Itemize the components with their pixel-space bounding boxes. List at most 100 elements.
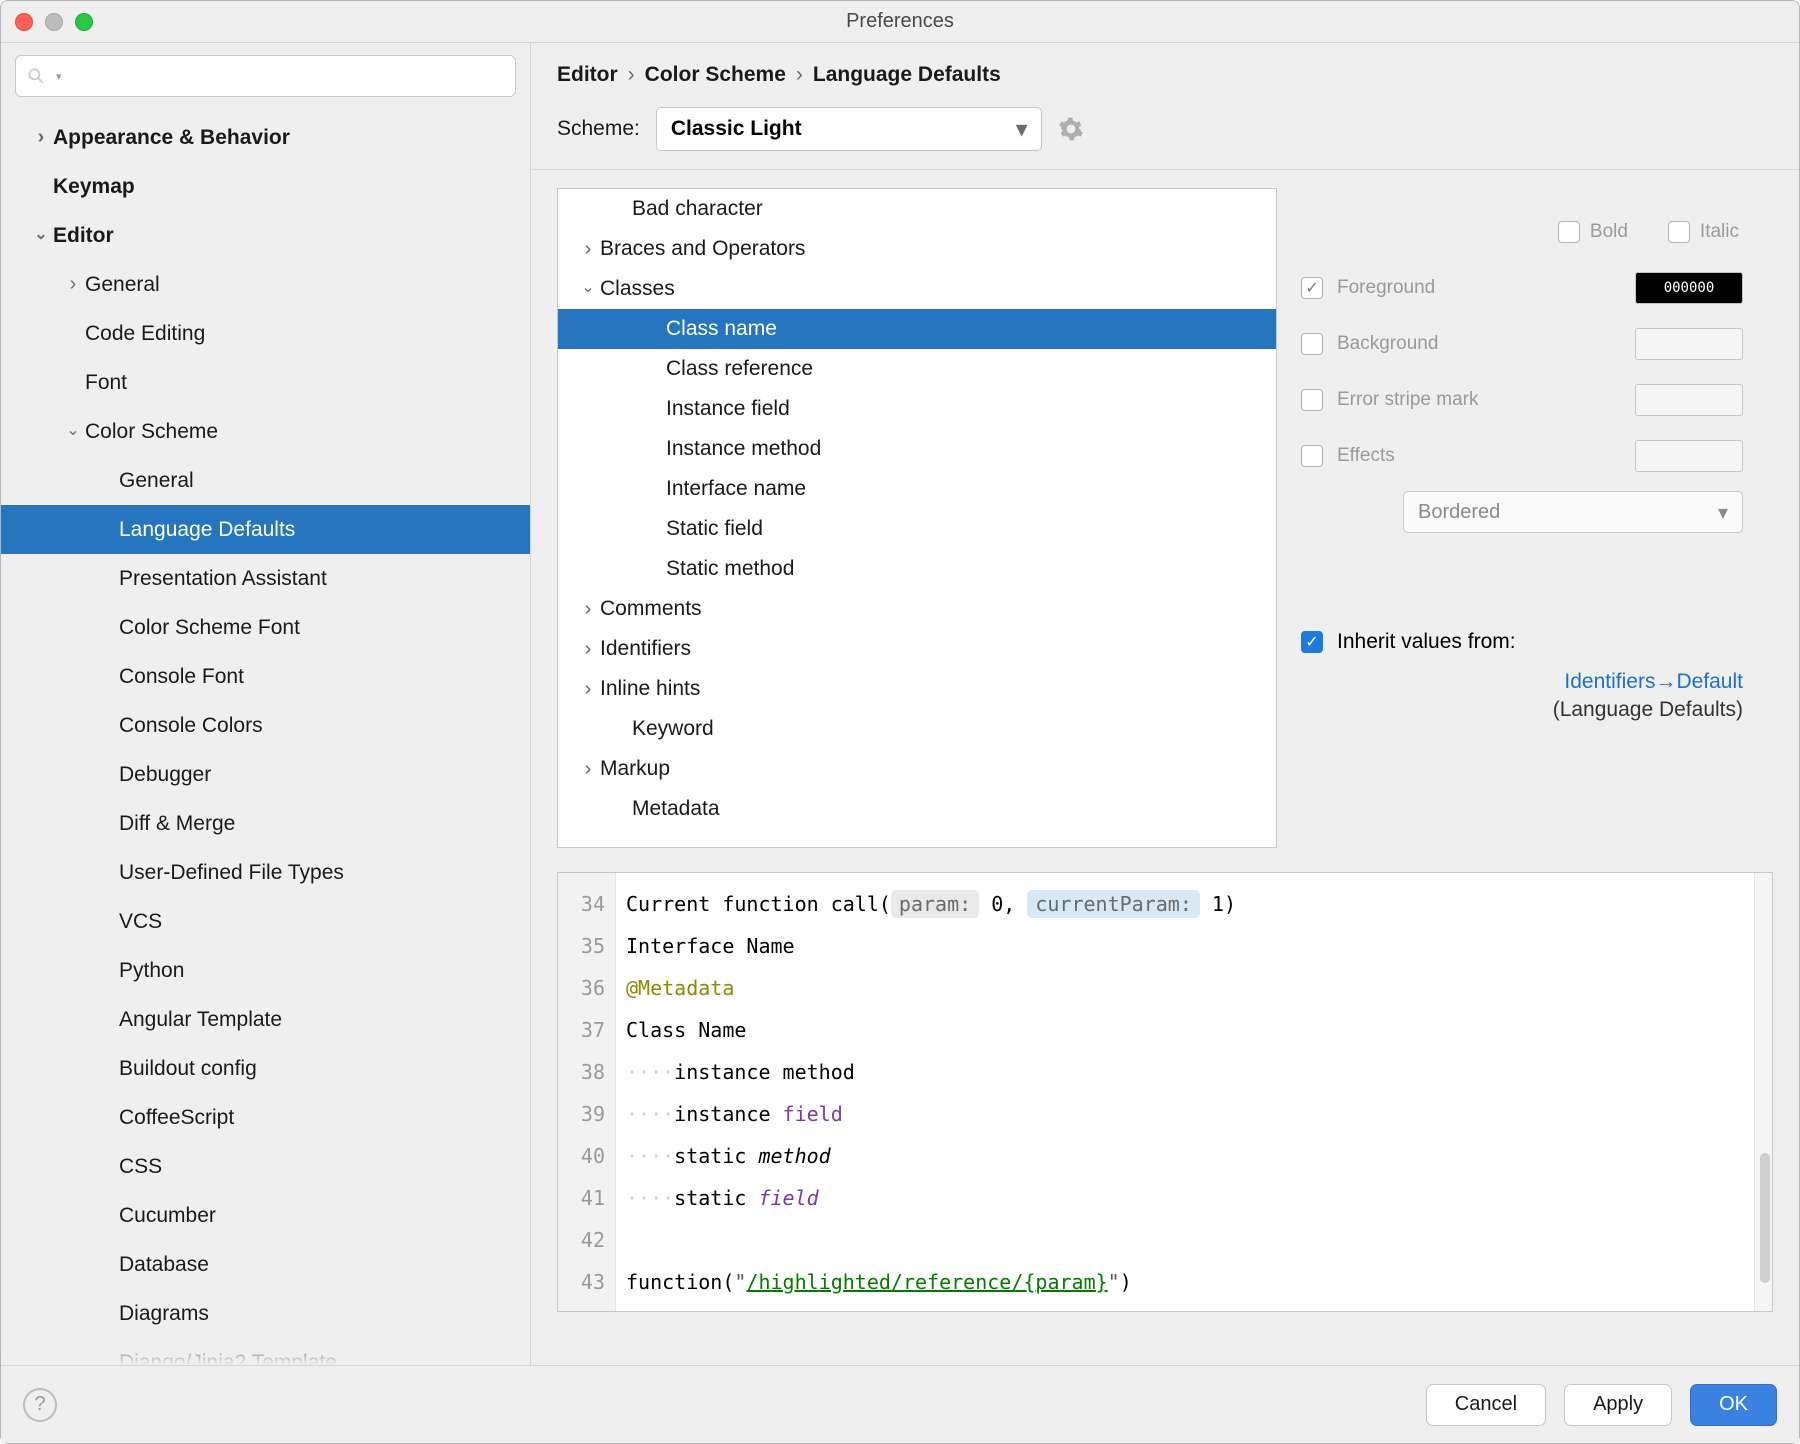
tree-item-label: Debugger xyxy=(119,763,211,787)
chevron-right-icon xyxy=(579,638,597,661)
sidebar-item[interactable]: VCS xyxy=(1,897,530,946)
tree-item-label: User-Defined File Types xyxy=(119,861,344,885)
sidebar-item[interactable]: Database xyxy=(1,1240,530,1289)
italic-checkbox[interactable]: Italic xyxy=(1668,204,1739,260)
sidebar-item[interactable]: Debugger xyxy=(1,750,530,799)
foreground-label: Foreground xyxy=(1337,277,1435,299)
sidebar-item[interactable]: Editor xyxy=(1,211,530,260)
scheme-row: Scheme: Classic Light ▾ xyxy=(531,95,1799,170)
element-item[interactable]: Instance field xyxy=(558,389,1276,429)
foreground-swatch[interactable]: 000000 xyxy=(1635,272,1743,304)
sidebar-item[interactable]: Presentation Assistant xyxy=(1,554,530,603)
inherit-link[interactable]: Identifiers→Default xyxy=(1301,670,1743,694)
gear-icon[interactable] xyxy=(1058,116,1084,142)
code-body[interactable]: Current function call(param: 0, currentP… xyxy=(616,873,1754,1311)
sidebar-tree[interactable]: Appearance & Behavior Keymap Editor General… xyxy=(1,109,530,1365)
chevron-right-icon xyxy=(64,273,82,296)
inherit-checkbox[interactable]: ✓ xyxy=(1301,631,1323,653)
tree-item-label: Language Defaults xyxy=(119,518,295,542)
scrollbar[interactable] xyxy=(1754,873,1772,1311)
apply-button[interactable]: Apply xyxy=(1564,1384,1672,1426)
chevron-down-icon: ▾ xyxy=(56,70,62,83)
footer: ? Cancel Apply OK xyxy=(1,1365,1799,1443)
sidebar-item[interactable]: Angular Template xyxy=(1,995,530,1044)
element-item[interactable]: Keyword xyxy=(558,709,1276,749)
tree-item-label: Database xyxy=(119,1253,209,1277)
effects-label: Effects xyxy=(1337,445,1395,467)
tree-item-label: Code Editing xyxy=(85,322,205,346)
sidebar-item[interactable]: CSS xyxy=(1,1142,530,1191)
sidebar-item[interactable]: Diff & Merge xyxy=(1,799,530,848)
tree-item-label: General xyxy=(85,273,160,297)
element-item[interactable]: Class name xyxy=(558,309,1276,349)
help-icon[interactable]: ? xyxy=(23,1388,57,1422)
chevron-right-icon: › xyxy=(628,63,635,87)
chevron-right-icon: › xyxy=(796,63,803,87)
sidebar-item[interactable]: General xyxy=(1,456,530,505)
titlebar: Preferences xyxy=(1,1,1799,43)
inherit-sub: (Language Defaults) xyxy=(1301,698,1743,722)
element-item[interactable]: Bad character xyxy=(558,189,1276,229)
element-item[interactable]: Braces and Operators xyxy=(558,229,1276,269)
background-swatch[interactable] xyxy=(1635,328,1743,360)
tree-item-label: Keymap xyxy=(53,175,135,199)
element-item[interactable]: Static method xyxy=(558,549,1276,589)
effects-swatch[interactable] xyxy=(1635,440,1743,472)
tree-item-label: VCS xyxy=(119,910,162,934)
sidebar-item[interactable]: Language Defaults xyxy=(1,505,530,554)
sidebar-item[interactable]: Cucumber xyxy=(1,1191,530,1240)
element-item-label: Inline hints xyxy=(600,677,700,701)
search-input[interactable]: ▾ xyxy=(15,55,516,97)
element-item[interactable]: Identifiers xyxy=(558,629,1276,669)
tree-item-label: Font xyxy=(85,371,127,395)
ok-button[interactable]: OK xyxy=(1690,1384,1777,1426)
tree-item-label: Color Scheme xyxy=(85,420,218,444)
sidebar-item[interactable]: Appearance & Behavior xyxy=(1,113,530,162)
tree-item-label: Console Colors xyxy=(119,714,263,738)
scheme-select[interactable]: Classic Light ▾ xyxy=(656,107,1042,151)
element-item[interactable]: Metadata xyxy=(558,789,1276,829)
foreground-checkbox[interactable]: ✓ xyxy=(1301,277,1323,299)
sidebar-item[interactable]: CoffeeScript xyxy=(1,1093,530,1142)
element-item[interactable]: Static field xyxy=(558,509,1276,549)
tree-item-label: Python xyxy=(119,959,184,983)
effects-checkbox[interactable] xyxy=(1301,445,1323,467)
sidebar-item[interactable]: Color Scheme Font xyxy=(1,603,530,652)
tree-item-label: CSS xyxy=(119,1155,162,1179)
sidebar-item[interactable]: Console Font xyxy=(1,652,530,701)
element-item-label: Static field xyxy=(666,517,763,541)
chevron-down-icon: ▾ xyxy=(1016,117,1027,142)
sidebar-item[interactable]: Font xyxy=(1,358,530,407)
scroll-thumb[interactable] xyxy=(1760,1153,1770,1283)
sidebar-item[interactable]: Console Colors xyxy=(1,701,530,750)
tree-item-label: Buildout config xyxy=(119,1057,257,1081)
sidebar-item[interactable]: General xyxy=(1,260,530,309)
tree-item-label: Presentation Assistant xyxy=(119,567,327,591)
element-item[interactable]: Interface name xyxy=(558,469,1276,509)
element-item[interactable]: Markup xyxy=(558,749,1276,789)
element-list[interactable]: Bad characterBraces and OperatorsClasses… xyxy=(557,188,1277,848)
error-stripe-checkbox[interactable] xyxy=(1301,389,1323,411)
element-item[interactable]: Comments xyxy=(558,589,1276,629)
sidebar-item[interactable]: Keymap xyxy=(1,162,530,211)
element-item[interactable]: Class reference xyxy=(558,349,1276,389)
sidebar-item[interactable]: Color Scheme xyxy=(1,407,530,456)
chevron-right-icon xyxy=(579,598,597,621)
effects-type-select[interactable]: Bordered ▾ xyxy=(1403,491,1743,533)
tree-item-label: Angular Template xyxy=(119,1008,282,1032)
element-item[interactable]: Classes xyxy=(558,269,1276,309)
tree-item-label: Console Font xyxy=(119,665,244,689)
bold-checkbox[interactable]: Bold xyxy=(1558,204,1628,260)
chevron-down-icon xyxy=(32,226,50,246)
background-checkbox[interactable] xyxy=(1301,333,1323,355)
sidebar-item[interactable]: Python xyxy=(1,946,530,995)
sidebar-item[interactable]: Buildout config xyxy=(1,1044,530,1093)
element-item[interactable]: Instance method xyxy=(558,429,1276,469)
sidebar-item[interactable]: Code Editing xyxy=(1,309,530,358)
search-icon xyxy=(26,66,46,86)
element-item[interactable]: Inline hints xyxy=(558,669,1276,709)
sidebar-item[interactable]: User-Defined File Types xyxy=(1,848,530,897)
element-item-label: Metadata xyxy=(632,797,720,821)
cancel-button[interactable]: Cancel xyxy=(1426,1384,1546,1426)
error-stripe-swatch[interactable] xyxy=(1635,384,1743,416)
